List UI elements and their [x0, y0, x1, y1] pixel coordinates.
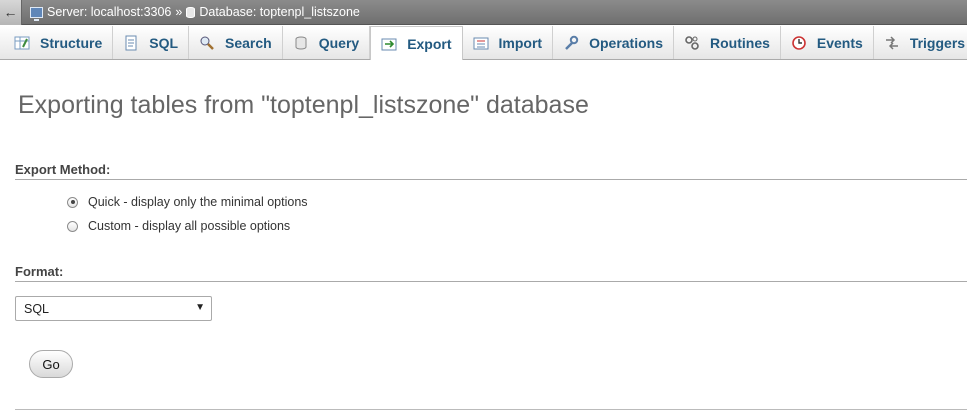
query-icon	[293, 35, 309, 51]
tab-structure[interactable]: Structure	[4, 26, 114, 59]
bottom-divider	[15, 409, 967, 410]
chevron-down-icon: ▼	[195, 302, 205, 313]
format-heading: Format:	[15, 264, 967, 282]
breadcrumb: ← Server: localhost:3306 » Database: top…	[0, 0, 967, 25]
tab-routines-label: Routines	[710, 34, 770, 51]
triggers-icon	[884, 35, 900, 51]
tab-events[interactable]: Events	[781, 26, 874, 59]
tab-events-label: Events	[816, 34, 863, 51]
tab-structure-label: Structure	[40, 34, 103, 51]
go-button[interactable]: Go	[29, 350, 73, 378]
export-method-quick-option[interactable]: Quick - display only the minimal options	[67, 195, 308, 209]
back-arrow-icon[interactable]: ←	[0, 0, 22, 25]
tab-export-label: Export	[407, 35, 452, 52]
breadcrumb-separator: »	[175, 5, 183, 19]
tab-routines[interactable]: Routines	[674, 26, 781, 59]
database-icon	[186, 6, 196, 18]
tab-query[interactable]: Query	[283, 26, 371, 59]
page-title: Exporting tables from "toptenpl_listszon…	[18, 91, 589, 119]
breadcrumb-database-label[interactable]: Database: toptenpl_listszone	[199, 5, 360, 19]
tab-triggers[interactable]: Triggers	[874, 26, 967, 59]
structure-icon	[14, 35, 30, 51]
quick-radio[interactable]	[67, 196, 78, 208]
format-select-value: SQL	[24, 301, 50, 316]
tab-sql-label: SQL	[149, 34, 179, 51]
search-icon	[199, 35, 215, 51]
export-method-heading: Export Method:	[15, 162, 967, 180]
tab-search-label: Search	[225, 34, 272, 51]
tab-export[interactable]: Export	[370, 26, 463, 60]
tab-triggers-label: Triggers	[909, 34, 966, 51]
breadcrumb-server-label[interactable]: Server: localhost:3306	[47, 5, 171, 19]
tab-query-label: Query	[318, 34, 360, 51]
custom-radio[interactable]	[67, 220, 78, 232]
sql-icon	[123, 35, 139, 51]
tab-search[interactable]: Search	[189, 26, 283, 59]
breadcrumb-server[interactable]: Server: localhost:3306	[30, 5, 171, 21]
routines-icon	[684, 35, 700, 51]
tab-operations-label: Operations	[589, 34, 663, 51]
import-icon	[473, 35, 489, 51]
wrench-icon	[563, 35, 579, 51]
clock-icon	[791, 35, 807, 51]
export-method-custom-option[interactable]: Custom - display all possible options	[67, 219, 290, 233]
export-icon	[381, 36, 397, 52]
tab-import-label: Import	[498, 34, 543, 51]
server-icon	[30, 6, 43, 21]
tab-import[interactable]: Import	[463, 26, 554, 59]
custom-radio-label[interactable]: Custom - display all possible options	[88, 219, 290, 233]
breadcrumb-database[interactable]: Database: toptenpl_listszone	[186, 5, 360, 19]
format-select[interactable]: SQL ▼	[15, 296, 212, 321]
tab-operations[interactable]: Operations	[553, 26, 674, 59]
quick-radio-label[interactable]: Quick - display only the minimal options	[88, 195, 308, 209]
tab-bar: Structure SQL Search Query Export Import	[0, 26, 967, 60]
tab-sql[interactable]: SQL	[113, 26, 190, 59]
